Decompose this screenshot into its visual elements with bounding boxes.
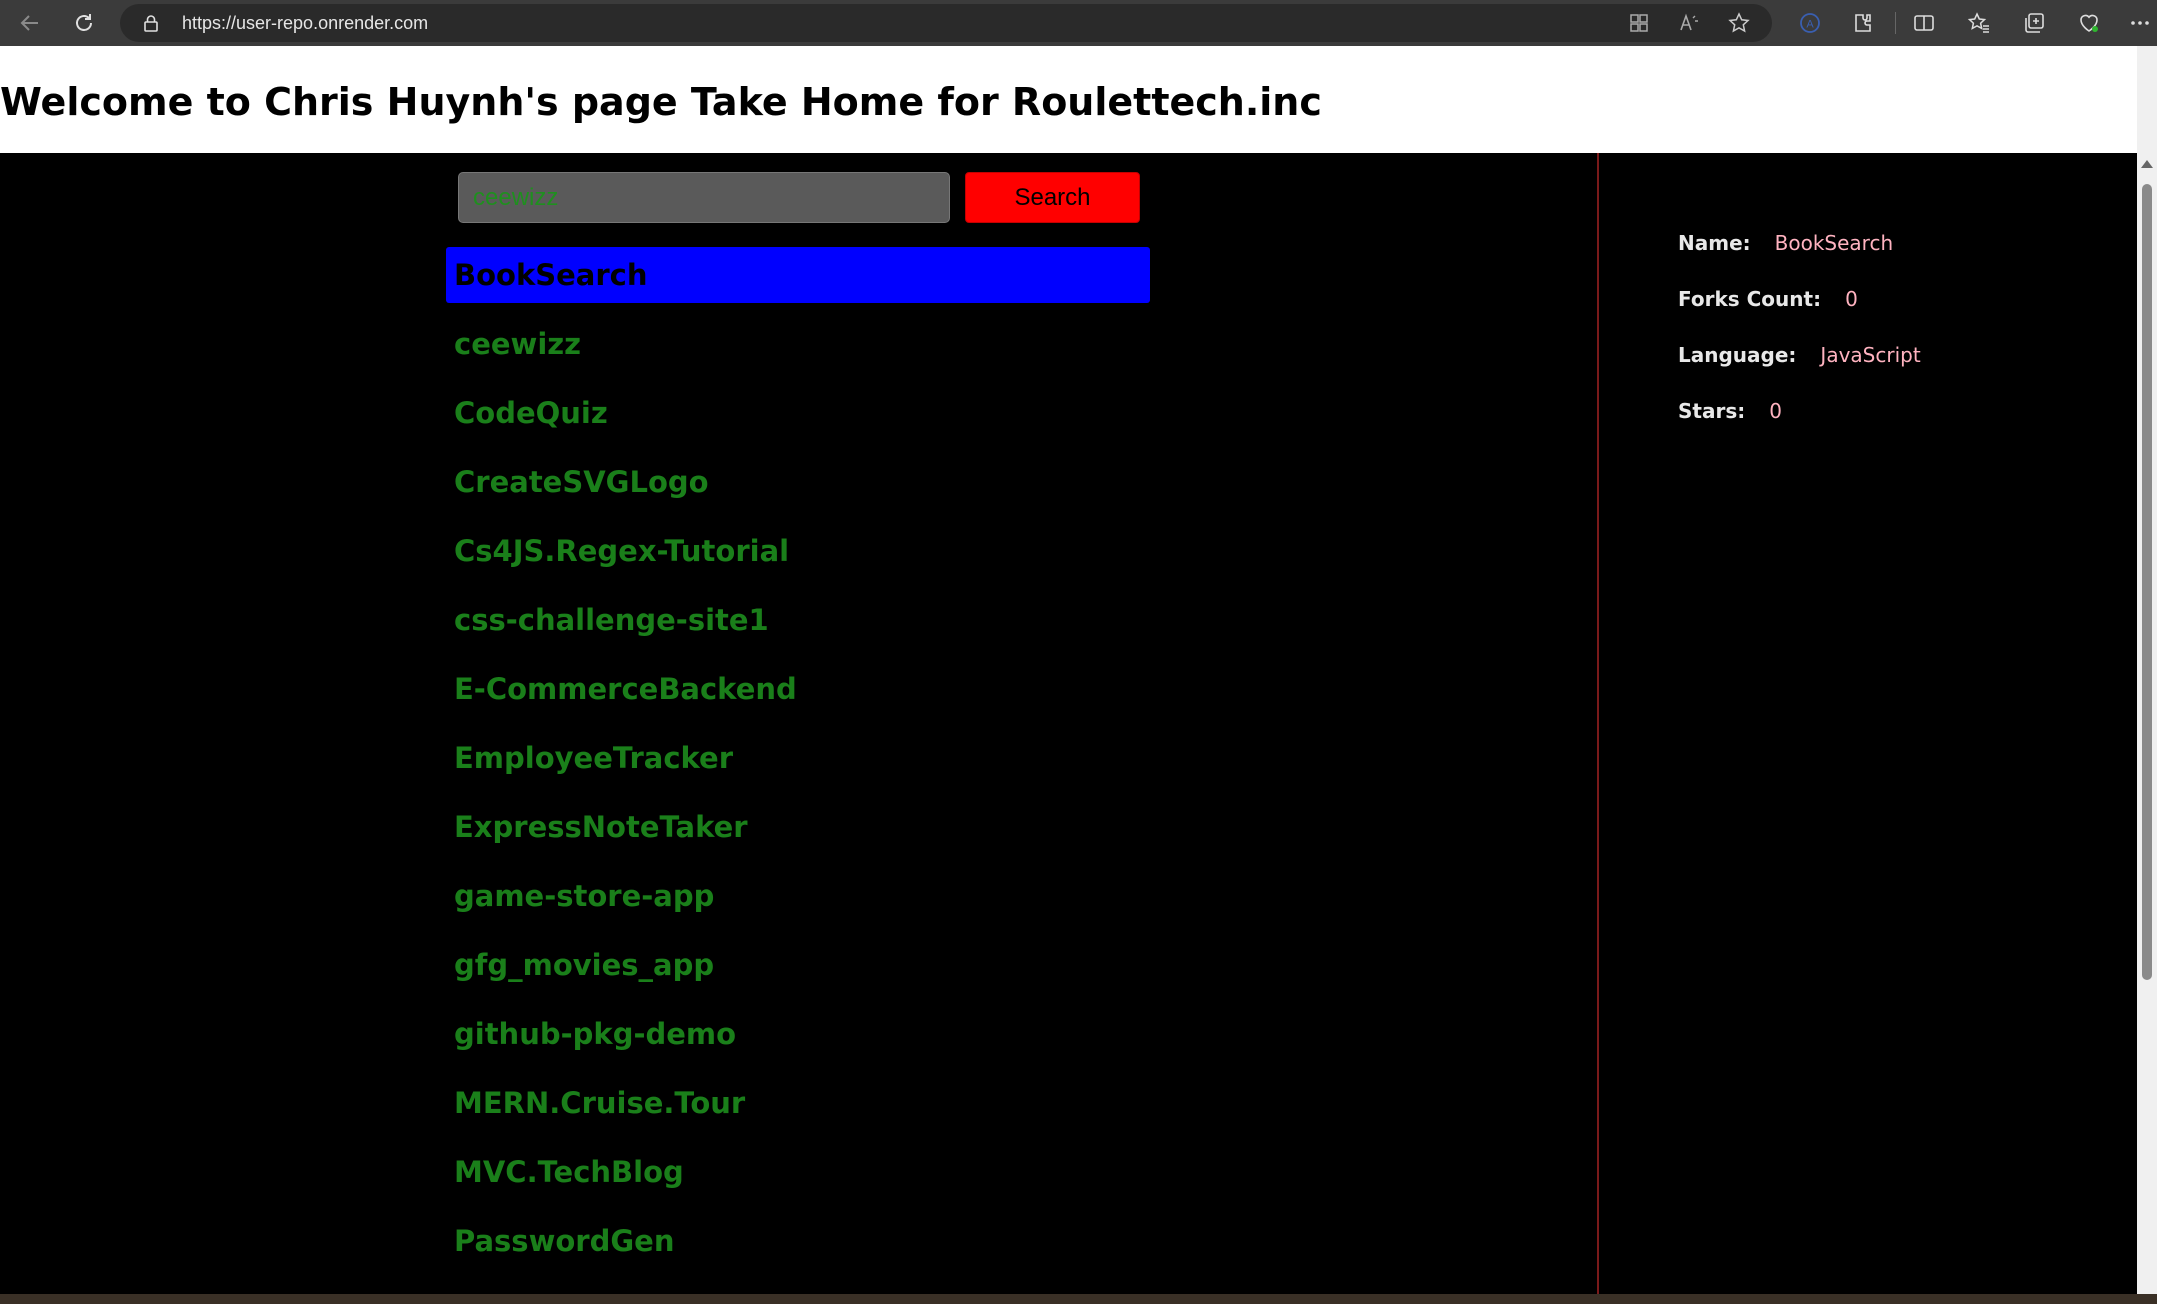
repo-list-item[interactable]: MERN.Cruise.Tour	[446, 1075, 1150, 1131]
split-screen-icon[interactable]	[1912, 11, 1936, 35]
detail-forks-value: 0	[1845, 287, 1858, 311]
page-content: Welcome to Chris Huynh's page Take Home …	[0, 46, 2137, 1298]
detail-stars-value: 0	[1769, 399, 1782, 423]
refresh-icon[interactable]	[68, 7, 100, 39]
repo-list-item[interactable]: css-challenge-site1	[446, 592, 1150, 648]
repo-list-item[interactable]: CreateSVGLogo	[446, 454, 1150, 510]
repo-list: BookSearch ceewizz CodeQuiz CreateSVGLogo Cs…	[446, 247, 1150, 1282]
repo-list-item[interactable]: game-store-app	[446, 868, 1150, 924]
page-header: Welcome to Chris Huynh's page Take Home …	[0, 46, 2137, 153]
address-bar[interactable]: https://user-repo.onrender.com	[120, 4, 1772, 42]
repo-list-item[interactable]: Cs4JS.Regex-Tutorial	[446, 523, 1150, 579]
detail-stars-row: Stars: 0	[1678, 399, 1921, 439]
browser-toolbar: https://user-repo.onrender.com A	[0, 0, 2157, 46]
repo-list-item[interactable]: EmployeeTracker	[446, 730, 1150, 786]
repo-details: Name: BookSearch Forks Count: 0 Language: J…	[1678, 231, 1921, 455]
page-title: Welcome to Chris Huynh's page Take Home …	[0, 80, 1322, 124]
health-icon[interactable]	[2077, 11, 2101, 35]
favorite-star-icon[interactable]	[1728, 12, 1750, 34]
panel-divider	[1597, 153, 1599, 1298]
back-icon[interactable]	[14, 7, 46, 39]
more-icon[interactable]	[2128, 11, 2152, 35]
scroll-thumb[interactable]	[2142, 184, 2152, 980]
detail-forks-row: Forks Count: 0	[1678, 287, 1921, 327]
desktop-strip	[0, 1294, 2157, 1304]
repo-list-item[interactable]: github-pkg-demo	[446, 1006, 1150, 1062]
detail-language-row: Language: JavaScript	[1678, 343, 1921, 383]
app-grid-icon[interactable]	[1628, 12, 1650, 34]
detail-name-label: Name:	[1678, 231, 1751, 255]
page-scrollbar[interactable]	[2137, 46, 2157, 1298]
repo-list-item[interactable]: CodeQuiz	[446, 385, 1150, 441]
lock-icon[interactable]	[142, 14, 160, 36]
detail-language-value: JavaScript	[1820, 343, 1921, 367]
url-text[interactable]: https://user-repo.onrender.com	[182, 4, 428, 42]
detail-name-row: Name: BookSearch	[1678, 231, 1921, 271]
search-button[interactable]: Search	[965, 172, 1140, 223]
scroll-up-arrow-icon[interactable]	[2141, 160, 2153, 168]
repo-list-item[interactable]: gfg_movies_app	[446, 937, 1150, 993]
search-input[interactable]	[458, 172, 950, 223]
detail-name-value: BookSearch	[1774, 231, 1894, 255]
repo-list-item[interactable]: ExpressNoteTaker	[446, 799, 1150, 855]
extensions-icon[interactable]	[1851, 11, 1875, 35]
toolbar-divider	[1895, 12, 1896, 34]
repo-list-item[interactable]: ceewizz	[446, 316, 1150, 372]
svg-text:A: A	[1806, 19, 1814, 31]
detail-forks-label: Forks Count:	[1678, 287, 1822, 311]
detail-stars-label: Stars:	[1678, 399, 1746, 423]
repo-list-item[interactable]: MVC.TechBlog	[446, 1144, 1150, 1200]
repo-list-item[interactable]: E-CommerceBackend	[446, 661, 1150, 717]
collections-icon[interactable]	[2022, 11, 2046, 35]
profile-icon[interactable]: A	[1798, 11, 1822, 35]
favorites-icon[interactable]	[1967, 11, 1991, 35]
read-aloud-icon[interactable]	[1678, 12, 1700, 34]
repo-list-item[interactable]: BookSearch	[446, 247, 1150, 303]
detail-language-label: Language:	[1678, 343, 1797, 367]
repo-list-item[interactable]: PasswordGen	[446, 1213, 1150, 1269]
